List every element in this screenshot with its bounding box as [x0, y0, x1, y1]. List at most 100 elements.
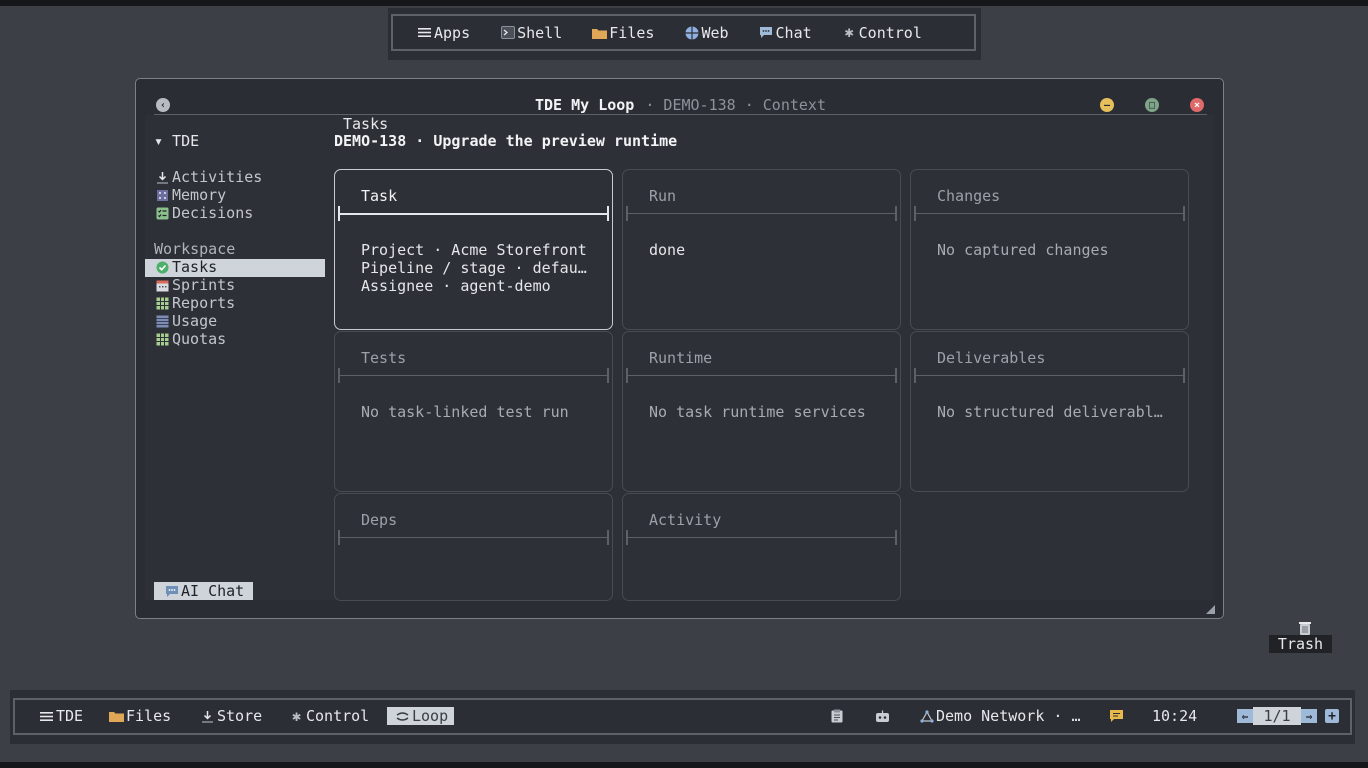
grid-icon	[155, 332, 170, 347]
card-divider	[914, 206, 1185, 221]
web-button[interactable]: Web	[684, 24, 729, 42]
sidebar-item-tasks[interactable]: Tasks	[155, 258, 217, 276]
taskbar-tde-button[interactable]: TDE	[39, 707, 83, 725]
sidebar-item-quotas[interactable]: Quotas	[155, 330, 226, 348]
page-title: DEMO-138 · Upgrade the preview runtime	[334, 132, 678, 150]
sidebar-item-label: Usage	[172, 312, 218, 330]
close-button[interactable]: ×	[1190, 98, 1204, 112]
sidebar-item-reports[interactable]: Reports	[155, 294, 235, 312]
download-icon	[200, 709, 215, 724]
download-icon	[155, 170, 170, 185]
card-divider	[626, 368, 897, 383]
arrow-right-icon: ⇒	[1305, 709, 1313, 723]
sidebar-root-tde[interactable]: ▾ TDE	[154, 132, 199, 150]
loop-icon	[395, 709, 410, 724]
checklist-icon	[155, 206, 170, 221]
card-changes[interactable]: Changes No captured changes	[910, 169, 1189, 330]
card-title: Activity	[649, 511, 722, 529]
sidebar-item-activities[interactable]: Activities	[155, 168, 262, 186]
minimize-button[interactable]: –	[1100, 98, 1114, 112]
globe-icon	[684, 25, 699, 40]
ai-chat-button[interactable]: AI Chat	[154, 582, 253, 600]
tab-tasks[interactable]: Tasks	[343, 115, 388, 133]
taskbar-label: Store	[217, 707, 263, 725]
card-deps[interactable]: Deps	[334, 493, 613, 601]
files-button[interactable]: Files	[592, 24, 654, 42]
card-divider	[338, 206, 609, 221]
card-body: No task-linked test run	[361, 403, 600, 421]
trash-label[interactable]: Trash	[1269, 635, 1332, 653]
card-activity[interactable]: Activity	[622, 493, 901, 601]
sidebar-item-memory[interactable]: Memory	[155, 186, 226, 204]
card-divider	[338, 530, 609, 545]
resize-handle[interactable]	[1206, 605, 1215, 614]
card-title: Deliverables	[937, 349, 1046, 367]
network-status[interactable]: Demo Network · …	[919, 707, 1081, 725]
sidebar-item-label: Reports	[172, 294, 236, 312]
task-pipeline: Pipeline / stage · defau…	[361, 259, 587, 277]
add-workspace-button[interactable]: +	[1325, 709, 1339, 724]
shell-button[interactable]: Shell	[500, 24, 562, 42]
clipboard-icon[interactable]	[829, 708, 845, 724]
sidebar-item-sprints[interactable]: Sprints	[155, 276, 235, 294]
trash-icon[interactable]	[1297, 620, 1313, 636]
sidebar-item-label: Tasks	[172, 258, 218, 276]
taskbar-store-button[interactable]: Store	[200, 707, 262, 725]
network-icon	[919, 709, 934, 724]
chevron-left-icon: ‹	[159, 99, 167, 111]
folder-icon	[109, 709, 124, 724]
task-assignee: Assignee · agent-demo	[361, 277, 551, 295]
card-tests[interactable]: Tests No task-linked test run	[334, 331, 613, 492]
card-deliverables[interactable]: Deliverables No structured deliverabl…	[910, 331, 1189, 492]
taskbar-control-button[interactable]: ✱ Control	[289, 707, 369, 725]
control-button[interactable]: ✱ Control	[842, 24, 922, 42]
chat-button[interactable]: Chat	[759, 24, 812, 42]
window-title: TDE My Loop	[533, 96, 637, 114]
control-label: Control	[858, 23, 922, 42]
card-divider	[914, 368, 1185, 383]
taskbar-files-button[interactable]: Files	[109, 707, 171, 725]
card-title: Runtime	[649, 349, 713, 367]
next-workspace-button[interactable]: ⇒	[1301, 709, 1317, 723]
ai-chat-label: AI Chat	[181, 582, 245, 600]
sidebar-item-decisions[interactable]: Decisions	[155, 204, 253, 222]
window-subtitle: · DEMO-138 · Context	[636, 96, 826, 114]
back-button[interactable]: ‹	[156, 98, 170, 112]
apps-button[interactable]: Apps	[417, 24, 470, 42]
loop-window: TDE My Loop · DEMO-138 · Context ‹ – □ ×…	[135, 78, 1224, 619]
sidebar-item-usage[interactable]: Usage	[155, 312, 217, 330]
chat-label: Chat	[775, 23, 812, 42]
card-title: Changes	[937, 187, 1001, 205]
screen-top-edge	[0, 0, 1368, 6]
sidebar-item-label: Activities	[172, 168, 263, 186]
card-divider	[626, 530, 897, 545]
sidebar-item-label: Decisions	[172, 204, 254, 222]
apps-label: Apps	[434, 23, 471, 42]
sidebar: ▾ TDE Activities Memory Decisions Worksp…	[145, 115, 325, 600]
clock[interactable]: 10:24	[1152, 707, 1197, 725]
card-title: Deps	[361, 511, 398, 529]
card-body: done	[649, 241, 888, 259]
card-task[interactable]: Task Project · Acme Storefront Pipeline …	[334, 169, 613, 330]
robot-icon[interactable]	[874, 708, 890, 724]
memory-icon	[155, 188, 170, 203]
card-divider	[626, 206, 897, 221]
bars-icon	[155, 314, 170, 329]
folder-icon	[592, 25, 608, 40]
card-divider	[338, 368, 609, 383]
square-icon: □	[1148, 99, 1156, 111]
menu-icon	[39, 709, 54, 724]
maximize-button[interactable]: □	[1145, 98, 1159, 112]
gear-icon: ✱	[291, 706, 302, 725]
files-label: Files	[609, 23, 655, 42]
grid-icon	[155, 296, 170, 311]
prev-workspace-button[interactable]: ⇐	[1237, 709, 1253, 723]
window-title-bar[interactable]: TDE My Loop · DEMO-138 · Context	[136, 96, 1223, 114]
notification-icon[interactable]	[1108, 708, 1124, 724]
close-icon: ×	[1193, 99, 1201, 111]
taskbar-loop-button[interactable]: Loop	[387, 707, 455, 725]
terminal-icon	[500, 25, 515, 40]
card-runtime[interactable]: Runtime No task runtime services	[622, 331, 901, 492]
screen-bottom-edge	[0, 762, 1368, 768]
card-run[interactable]: Run done	[622, 169, 901, 330]
